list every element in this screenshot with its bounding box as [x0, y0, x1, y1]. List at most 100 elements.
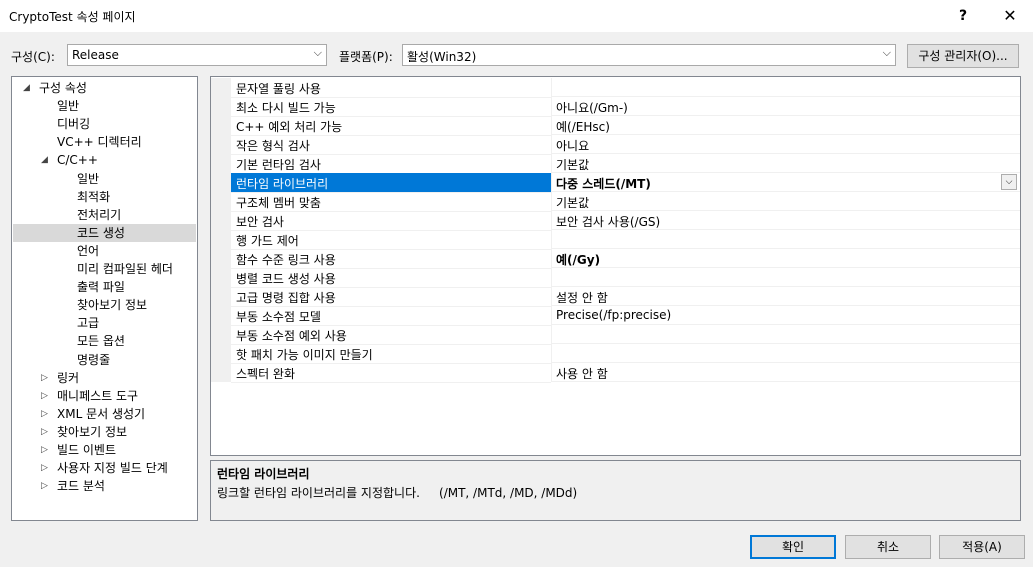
tree-item[interactable]: 찾아보기 정보	[13, 296, 196, 314]
property-row[interactable]: 부동 소수점 예외 사용	[211, 325, 1020, 345]
row-gutter	[211, 97, 231, 116]
category-tree[interactable]: ◢ 구성 속성 일반 디버깅 VC++ 디렉터리 ◢ C/C++ 일반 최적화 전처리기 코드 생성…	[11, 76, 198, 521]
tree-item[interactable]: 고급	[13, 314, 196, 332]
property-row[interactable]: 함수 수준 링크 사용 예(/Gy)	[211, 249, 1020, 269]
property-name: 기본 런타임 검사	[236, 158, 321, 172]
property-row[interactable]: C++ 예외 처리 가능 예(/EHsc)	[211, 116, 1020, 136]
property-value-cell[interactable]: 다중 스레드(/MT) ⌵	[551, 173, 1020, 192]
property-value-cell[interactable]: 설정 안 함	[551, 287, 1020, 306]
property-name-cell[interactable]: 함수 수준 링크 사용	[231, 249, 551, 269]
tree-item[interactable]: ▷ 링커	[13, 369, 196, 387]
tree-item[interactable]: VC++ 디렉터리	[13, 133, 196, 151]
property-row[interactable]: 문자열 풀링 사용	[211, 78, 1020, 98]
collapsed-triangle-icon[interactable]: ▷	[41, 387, 48, 405]
close-button[interactable]: ✕	[987, 0, 1033, 32]
property-name-cell[interactable]: 핫 패치 가능 이미지 만들기	[231, 344, 551, 364]
property-value-cell[interactable]: 아니요(/Gm-)	[551, 97, 1020, 116]
cancel-button[interactable]: 취소	[845, 535, 931, 559]
row-gutter	[211, 116, 231, 135]
tree-item[interactable]: 일반	[13, 170, 196, 188]
expanded-triangle-icon[interactable]: ◢	[23, 79, 30, 97]
property-row[interactable]: 병렬 코드 생성 사용	[211, 268, 1020, 288]
tree-item[interactable]: ▷ 찾아보기 정보	[13, 423, 196, 441]
property-row[interactable]: 런타임 라이브러리 다중 스레드(/MT) ⌵	[211, 173, 1020, 193]
property-row[interactable]: 스펙터 완화 사용 안 함	[211, 363, 1020, 383]
config-select[interactable]: Release ⌵	[67, 44, 327, 66]
property-row[interactable]: 최소 다시 빌드 가능 아니요(/Gm-)	[211, 97, 1020, 117]
tree-item[interactable]: ◢ C/C++	[13, 151, 196, 169]
tree-item[interactable]: ▷ 빌드 이벤트	[13, 441, 196, 459]
collapsed-triangle-icon[interactable]: ▷	[41, 405, 48, 423]
property-row[interactable]: 보안 검사 보안 검사 사용(/GS)	[211, 211, 1020, 231]
tree-item[interactable]: ▷ 코드 분석	[13, 477, 196, 495]
collapsed-triangle-icon[interactable]: ▷	[41, 441, 48, 459]
row-gutter	[211, 192, 231, 211]
platform-select[interactable]: 활성(Win32) ⌵	[402, 44, 896, 66]
property-value-cell[interactable]: 기본값	[551, 192, 1020, 211]
ok-button[interactable]: 확인	[750, 535, 836, 559]
tree-item[interactable]: ▷ 사용자 지정 빌드 단계	[13, 459, 196, 477]
tree-item[interactable]: 미리 컴파일된 헤더	[13, 260, 196, 278]
tree-item[interactable]: 전처리기	[13, 206, 196, 224]
property-value-cell[interactable]: 예(/EHsc)	[551, 116, 1020, 135]
chevron-down-icon: ⌵	[882, 46, 891, 59]
tree-item[interactable]: 일반	[13, 97, 196, 115]
property-value-cell[interactable]: 사용 안 함	[551, 363, 1020, 382]
property-name-cell[interactable]: 문자열 풀링 사용	[231, 78, 551, 98]
collapsed-triangle-icon[interactable]: ▷	[41, 423, 48, 441]
property-value-cell[interactable]	[551, 78, 1020, 97]
property-row[interactable]: 작은 형식 검사 아니요	[211, 135, 1020, 155]
apply-label: 적용(A)	[962, 540, 1002, 554]
property-name-cell[interactable]: 구조체 멤버 맞춤	[231, 192, 551, 212]
property-name-cell[interactable]: 런타임 라이브러리	[231, 173, 551, 193]
property-name-cell[interactable]: 고급 명령 집합 사용	[231, 287, 551, 307]
chevron-down-icon[interactable]: ⌵	[1001, 174, 1017, 190]
property-value-cell[interactable]: 아니요	[551, 135, 1020, 154]
property-name-cell[interactable]: 최소 다시 빌드 가능	[231, 97, 551, 117]
property-name-cell[interactable]: 병렬 코드 생성 사용	[231, 268, 551, 288]
config-manager-button[interactable]: 구성 관리자(O)...	[907, 44, 1019, 68]
expanded-triangle-icon[interactable]: ◢	[41, 151, 48, 169]
tree-item[interactable]: ▷ XML 문서 생성기	[13, 405, 196, 423]
property-row[interactable]: 구조체 멤버 맞춤 기본값	[211, 192, 1020, 212]
property-value-cell[interactable]: 보안 검사 사용(/GS)	[551, 211, 1020, 230]
property-value-cell[interactable]	[551, 230, 1020, 249]
property-row[interactable]: 기본 런타임 검사 기본값	[211, 154, 1020, 174]
property-name-cell[interactable]: 기본 런타임 검사	[231, 154, 551, 174]
collapsed-triangle-icon[interactable]: ▷	[41, 369, 48, 387]
apply-button[interactable]: 적용(A)	[939, 535, 1025, 559]
property-value-cell[interactable]	[551, 268, 1020, 287]
config-manager-label: 구성 관리자(O)...	[918, 49, 1008, 63]
property-value-cell[interactable]	[551, 344, 1020, 363]
property-value-cell[interactable]	[551, 325, 1020, 344]
property-row[interactable]: 부동 소수점 모델 Precise(/fp:precise)	[211, 306, 1020, 326]
tree-item[interactable]: 코드 생성	[13, 223, 196, 242]
collapsed-triangle-icon[interactable]: ▷	[41, 459, 48, 477]
tree-item[interactable]: ◢ 구성 속성	[13, 79, 196, 97]
tree-item[interactable]: 디버깅	[13, 115, 196, 133]
property-name-cell[interactable]: 작은 형식 검사	[231, 135, 551, 155]
property-grid[interactable]: 문자열 풀링 사용 최소 다시 빌드 가능 아니요(/Gm-) C++ 예외 처리 가…	[210, 76, 1021, 456]
property-name-cell[interactable]: 스펙터 완화	[231, 363, 551, 383]
property-row[interactable]: 고급 명령 집합 사용 설정 안 함	[211, 287, 1020, 307]
property-name-cell[interactable]: 보안 검사	[231, 211, 551, 231]
collapsed-triangle-icon[interactable]: ▷	[41, 477, 48, 495]
property-value-cell[interactable]: 기본값	[551, 154, 1020, 173]
tree-item[interactable]: 모든 옵션	[13, 332, 196, 350]
tree-item[interactable]: 명령줄	[13, 351, 196, 369]
property-name-cell[interactable]: 부동 소수점 예외 사용	[231, 325, 551, 345]
property-name: 보안 검사	[236, 215, 284, 229]
property-name-cell[interactable]: 행 가드 제어	[231, 230, 551, 250]
property-value-cell[interactable]: Precise(/fp:precise)	[551, 306, 1020, 325]
property-row[interactable]: 핫 패치 가능 이미지 만들기	[211, 344, 1020, 364]
tree-item[interactable]: 출력 파일	[13, 278, 196, 296]
tree-item[interactable]: 언어	[13, 242, 196, 260]
help-button[interactable]: ?	[940, 0, 986, 32]
property-name-cell[interactable]: 부동 소수점 모델	[231, 306, 551, 326]
tree-item[interactable]: ▷ 매니페스트 도구	[13, 387, 196, 405]
property-name: 병렬 코드 생성 사용	[236, 272, 336, 286]
property-row[interactable]: 행 가드 제어	[211, 230, 1020, 250]
property-value-cell[interactable]: 예(/Gy)	[551, 249, 1020, 268]
tree-item[interactable]: 최적화	[13, 188, 196, 206]
property-name-cell[interactable]: C++ 예외 처리 가능	[231, 116, 551, 136]
